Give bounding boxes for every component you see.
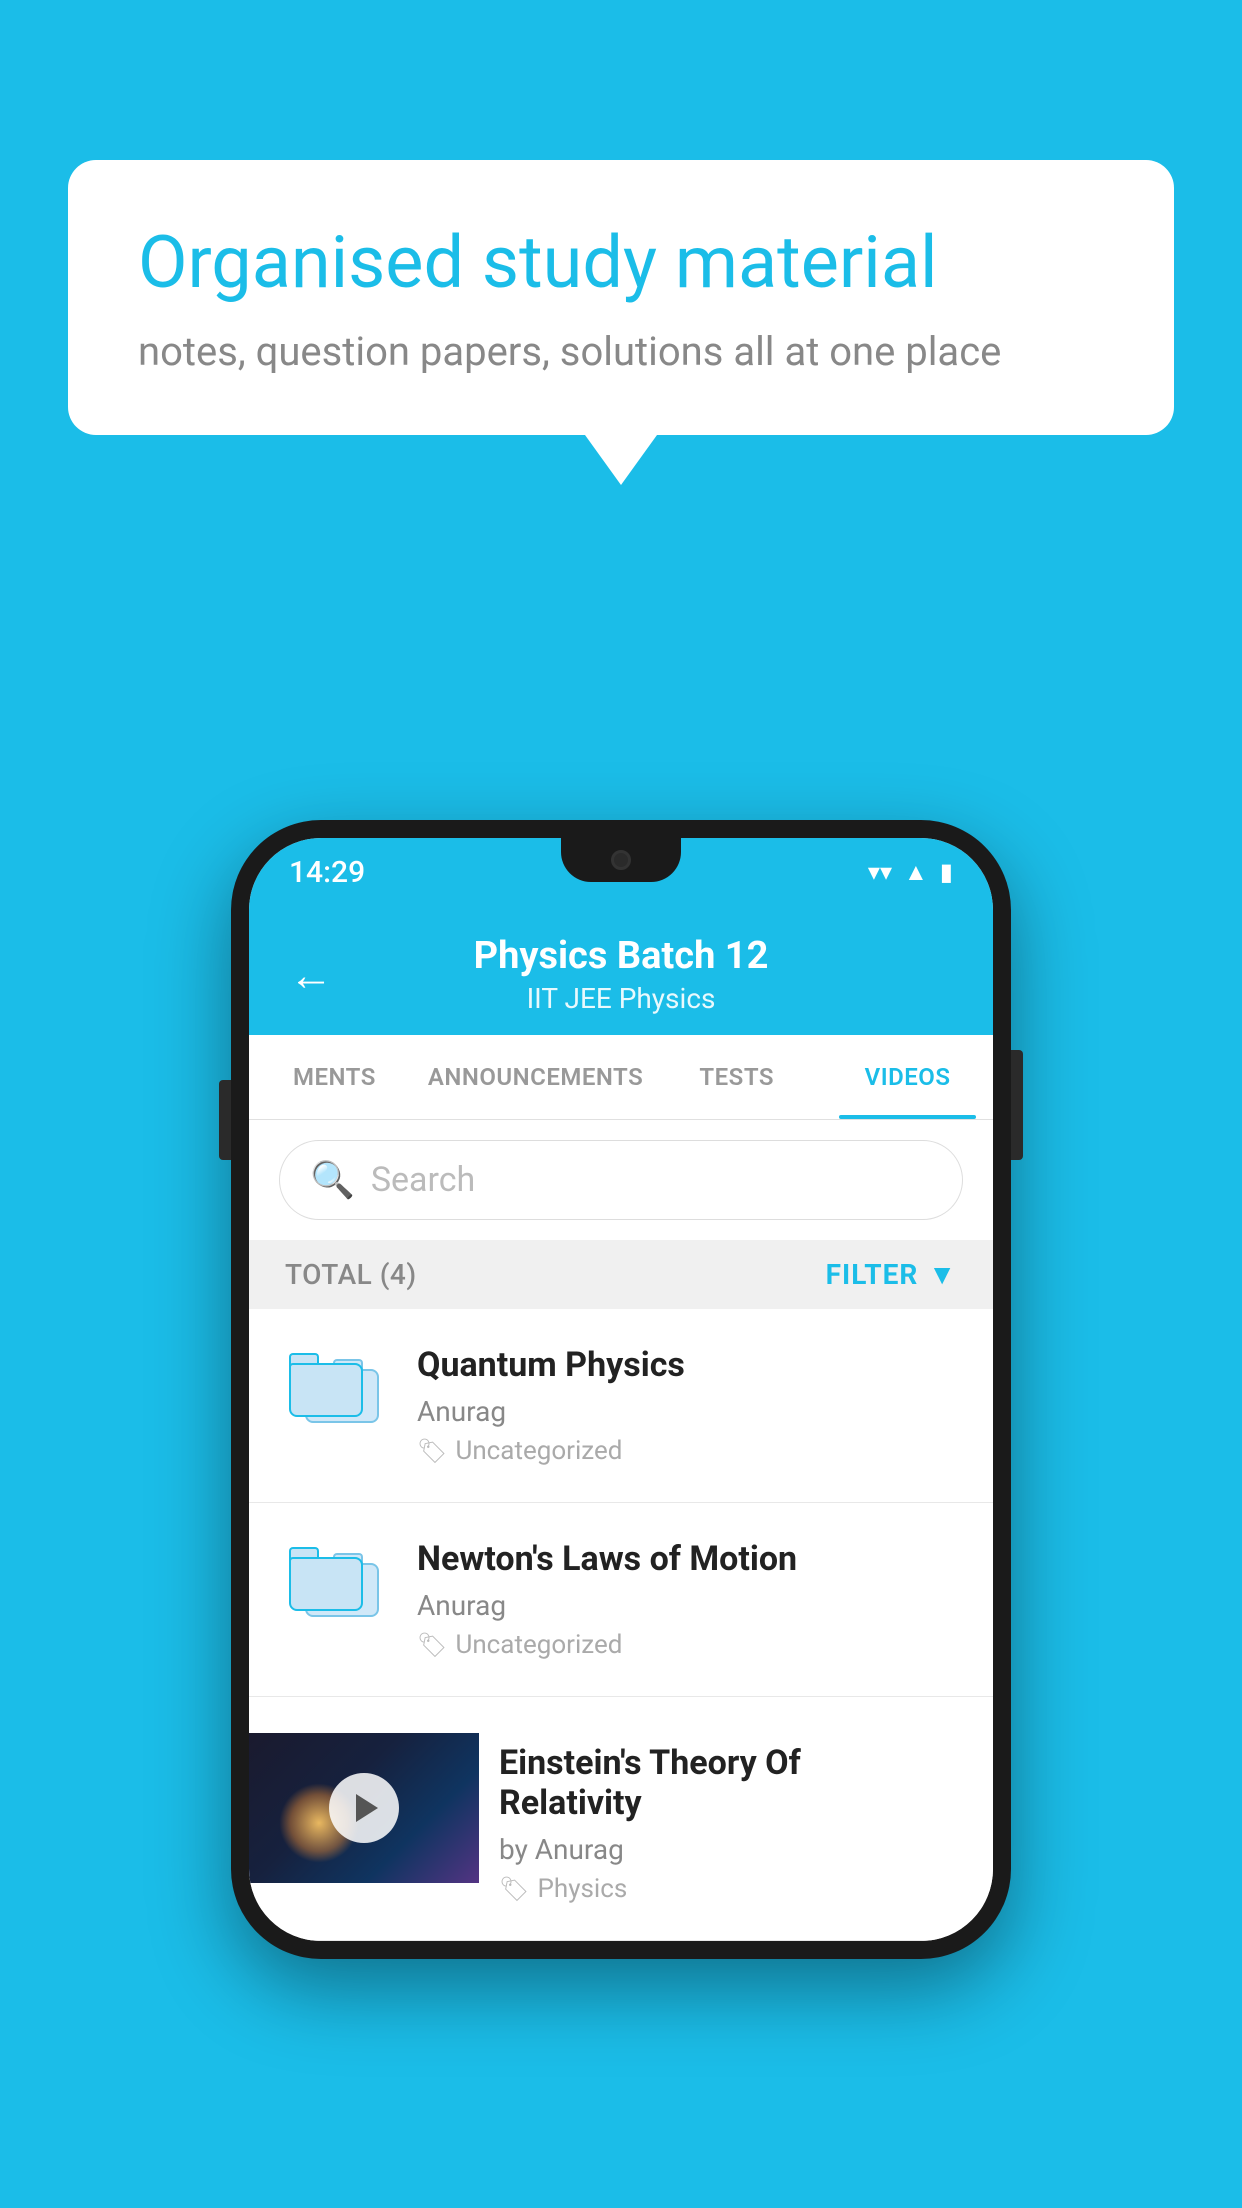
folder-front [289,1557,363,1611]
filter-button[interactable]: FILTER ▼ [826,1258,957,1291]
bubble-arrow [585,435,657,485]
camera-notch [611,850,631,870]
tag-label: Physics [537,1874,627,1904]
tag-icon: 🏷 [499,1875,529,1903]
status-icons: ▾▾ ▲ ▮ [868,858,953,887]
header-title-block: Physics Batch 12 IIT JEE Physics [357,934,885,1015]
search-placeholder: Search [371,1160,475,1200]
total-count: TOTAL (4) [285,1258,417,1291]
folder-icon [289,1539,379,1617]
video-info: Einstein's Theory Of Relativity by Anura… [479,1733,963,1904]
video-tag: 🏷 Uncategorized [417,1436,963,1466]
video-tag: 🏷 Physics [499,1874,943,1904]
tab-tests[interactable]: TESTS [651,1035,822,1119]
app-header: ← Physics Batch 12 IIT JEE Physics [249,906,993,1035]
video-title: Newton's Laws of Motion [417,1539,963,1579]
video-tag: 🏷 Uncategorized [417,1630,963,1660]
video-author: Anurag [417,1589,963,1622]
search-bar-wrapper: 🔍 Search [249,1120,993,1240]
status-time: 14:29 [289,855,365,890]
folder-icon [289,1345,379,1423]
tag-icon: 🏷 [417,1631,447,1659]
folder-front [289,1363,363,1417]
video-info: Newton's Laws of Motion Anurag 🏷 Uncateg… [417,1539,963,1660]
phone-wrapper: 14:29 ▾▾ ▲ ▮ ← Physics Batch 12 IIT JEE … [231,820,1011,1959]
header-subtitle: IIT JEE Physics [357,982,885,1015]
back-button[interactable]: ← [289,953,333,997]
tab-announcements[interactable]: ANNOUNCEMENTS [420,1035,651,1119]
search-icon: 🔍 [310,1159,355,1201]
video-title: Einstein's Theory Of Relativity [499,1743,943,1823]
status-bar: 14:29 ▾▾ ▲ ▮ [249,838,993,906]
speech-bubble: Organised study material notes, question… [68,160,1174,435]
item-thumb [279,1539,389,1617]
tag-icon: 🏷 [417,1437,447,1465]
battery-icon: ▮ [940,858,953,886]
video-thumbnail [249,1733,479,1883]
bubble-title: Organised study material [138,220,1104,306]
play-button[interactable] [329,1773,399,1843]
tag-label: Uncategorized [455,1436,622,1466]
tab-ments[interactable]: MENTS [249,1035,420,1119]
phone-outer: 14:29 ▾▾ ▲ ▮ ← Physics Batch 12 IIT JEE … [231,820,1011,1959]
header-title: Physics Batch 12 [357,934,885,978]
filter-bar: TOTAL (4) FILTER ▼ [249,1240,993,1309]
speech-bubble-wrapper: Organised study material notes, question… [68,160,1174,485]
notch [561,838,681,882]
tag-label: Uncategorized [455,1630,622,1660]
bubble-subtitle: notes, question papers, solutions all at… [138,328,1104,375]
video-author: by Anurag [499,1833,943,1866]
list-item[interactable]: Quantum Physics Anurag 🏷 Uncategorized [249,1309,993,1503]
phone-screen: 14:29 ▾▾ ▲ ▮ ← Physics Batch 12 IIT JEE … [249,838,993,1941]
video-info: Quantum Physics Anurag 🏷 Uncategorized [417,1345,963,1466]
filter-icon: ▼ [928,1258,957,1291]
video-title: Quantum Physics [417,1345,963,1385]
signal-icon: ▲ [904,858,928,887]
filter-label: FILTER [826,1258,919,1291]
wifi-icon: ▾▾ [868,858,892,886]
play-triangle [356,1794,378,1822]
list-item[interactable]: Newton's Laws of Motion Anurag 🏷 Uncateg… [249,1503,993,1697]
tabs-bar: MENTS ANNOUNCEMENTS TESTS VIDEOS [249,1035,993,1120]
tab-videos[interactable]: VIDEOS [822,1035,993,1119]
video-author: Anurag [417,1395,963,1428]
search-bar[interactable]: 🔍 Search [279,1140,963,1220]
video-list: Quantum Physics Anurag 🏷 Uncategorized [249,1309,993,1941]
item-thumb [279,1345,389,1423]
list-item[interactable]: Einstein's Theory Of Relativity by Anura… [249,1697,993,1941]
